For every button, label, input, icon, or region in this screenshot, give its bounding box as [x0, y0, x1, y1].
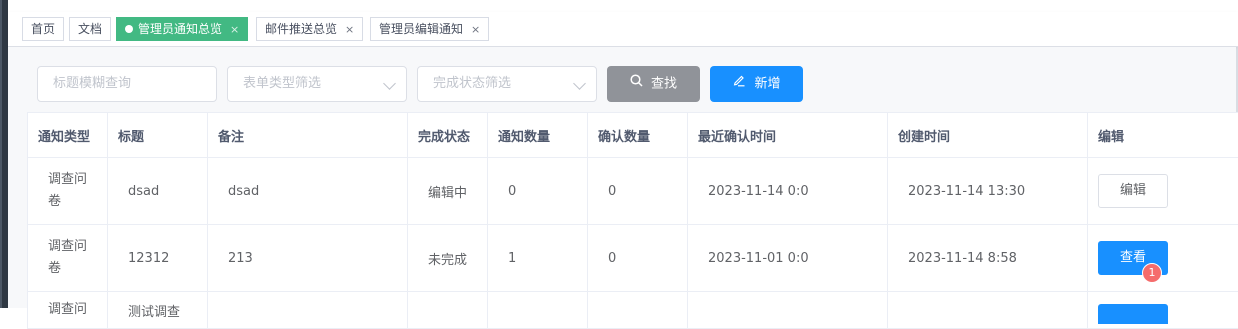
placeholder-text: 表单类型筛选 [243, 76, 321, 91]
tag-admin-notice-overview[interactable]: 管理员通知总览 × [116, 17, 248, 41]
status-select[interactable]: 完成状态筛选 [417, 66, 597, 102]
search-button-label: 查找 [651, 77, 677, 92]
cell-notify-count: 0 [488, 158, 588, 225]
cell-remark [208, 292, 408, 329]
view-button[interactable] [1098, 304, 1168, 324]
cell-created-time [888, 292, 1088, 329]
edit-button[interactable]: 编辑 [1098, 174, 1168, 208]
table-row: 调查问卷 dsad dsad 编辑中 0 0 2023-11-14 0:0 20… [28, 158, 1238, 225]
add-button-label: 新增 [754, 77, 780, 92]
close-icon[interactable]: × [471, 23, 480, 36]
cell-type: 调查问卷 [28, 225, 108, 292]
cell-action: 编辑 [1088, 158, 1238, 225]
table-row: 调查问卷 12312 213 未完成 1 0 2023-11-01 0:0 20… [28, 225, 1238, 292]
placeholder-text: 完成状态筛选 [433, 76, 511, 91]
tag-email-push-overview[interactable]: 邮件推送总览 × [256, 17, 363, 41]
active-dot-icon [125, 25, 133, 33]
cell-status [408, 292, 488, 329]
close-icon[interactable]: × [230, 23, 239, 36]
search-icon [630, 66, 643, 102]
cell-title: dsad [108, 158, 208, 225]
cell-notify-count [488, 292, 588, 329]
table-header-row: 通知类型 标题 备注 完成状态 通知数量 确认数量 最近确认时间 创建时间 编辑 [28, 113, 1238, 158]
cell-title: 12312 [108, 225, 208, 292]
table-row: 调查问 测试调查 [28, 292, 1238, 329]
column-header: 标题 [108, 113, 208, 158]
column-header: 通知数量 [488, 113, 588, 158]
column-header: 确认数量 [588, 113, 688, 158]
cell-status: 编辑中 [408, 158, 488, 225]
cell-type: 调查问卷 [28, 158, 108, 225]
cell-created-time: 2023-11-14 13:30 [888, 158, 1088, 225]
cell-action: 查看1 [1088, 225, 1238, 292]
tags-view-bar: 首页 文档 管理员通知总览 × 邮件推送总览 × 管理员编辑通知 × [8, 12, 1238, 47]
view-button-label: 查看 [1120, 250, 1146, 265]
notice-table: 通知类型 标题 备注 完成状态 通知数量 确认数量 最近确认时间 创建时间 编辑… [27, 112, 1238, 329]
cell-created-time: 2023-11-14 8:58 [888, 225, 1088, 292]
placeholder-text: 标题模糊查询 [53, 76, 131, 91]
cell-status: 未完成 [408, 225, 488, 292]
tag-label: 管理员编辑通知 [379, 22, 463, 36]
add-button[interactable]: 新增 [710, 66, 803, 102]
search-button[interactable]: 查找 [607, 66, 700, 102]
form-type-select[interactable]: 表单类型筛选 [227, 66, 407, 102]
column-header: 完成状态 [408, 113, 488, 158]
tag-home[interactable]: 首页 [22, 17, 64, 41]
tag-admin-edit-notice[interactable]: 管理员编辑通知 × [370, 17, 489, 41]
chevron-down-icon [383, 77, 396, 90]
cell-remark: dsad [208, 158, 408, 225]
edit-pen-icon [732, 66, 746, 102]
tag-label: 管理员通知总览 [138, 22, 222, 36]
tag-label: 文档 [78, 22, 102, 36]
chevron-down-icon [573, 77, 586, 90]
cell-last-confirm-time: 2023-11-14 0:0 [688, 158, 888, 225]
tag-docs[interactable]: 文档 [69, 17, 111, 41]
column-header: 创建时间 [888, 113, 1088, 158]
title-search-input[interactable]: 标题模糊查询 [37, 66, 217, 102]
cell-title: 测试调查 [108, 292, 208, 329]
view-button[interactable]: 查看1 [1098, 241, 1168, 275]
cell-confirm-count: 0 [588, 158, 688, 225]
cell-last-confirm-time: 2023-11-01 0:0 [688, 225, 888, 292]
column-header: 通知类型 [28, 113, 108, 158]
notification-badge: 1 [1142, 263, 1162, 283]
cell-confirm-count [588, 292, 688, 329]
column-header: 编辑 [1088, 113, 1238, 158]
column-header: 最近确认时间 [688, 113, 888, 158]
cell-type: 调查问 [28, 292, 108, 329]
cell-remark: 213 [208, 225, 408, 292]
tag-label: 首页 [31, 22, 55, 36]
cell-confirm-count: 0 [588, 225, 688, 292]
column-header: 备注 [208, 113, 408, 158]
tag-label: 邮件推送总览 [265, 22, 337, 36]
cell-notify-count: 1 [488, 225, 588, 292]
cell-action [1088, 292, 1238, 329]
close-icon[interactable]: × [345, 23, 354, 36]
left-window-edge [0, 0, 8, 308]
cell-last-confirm-time [688, 292, 888, 329]
